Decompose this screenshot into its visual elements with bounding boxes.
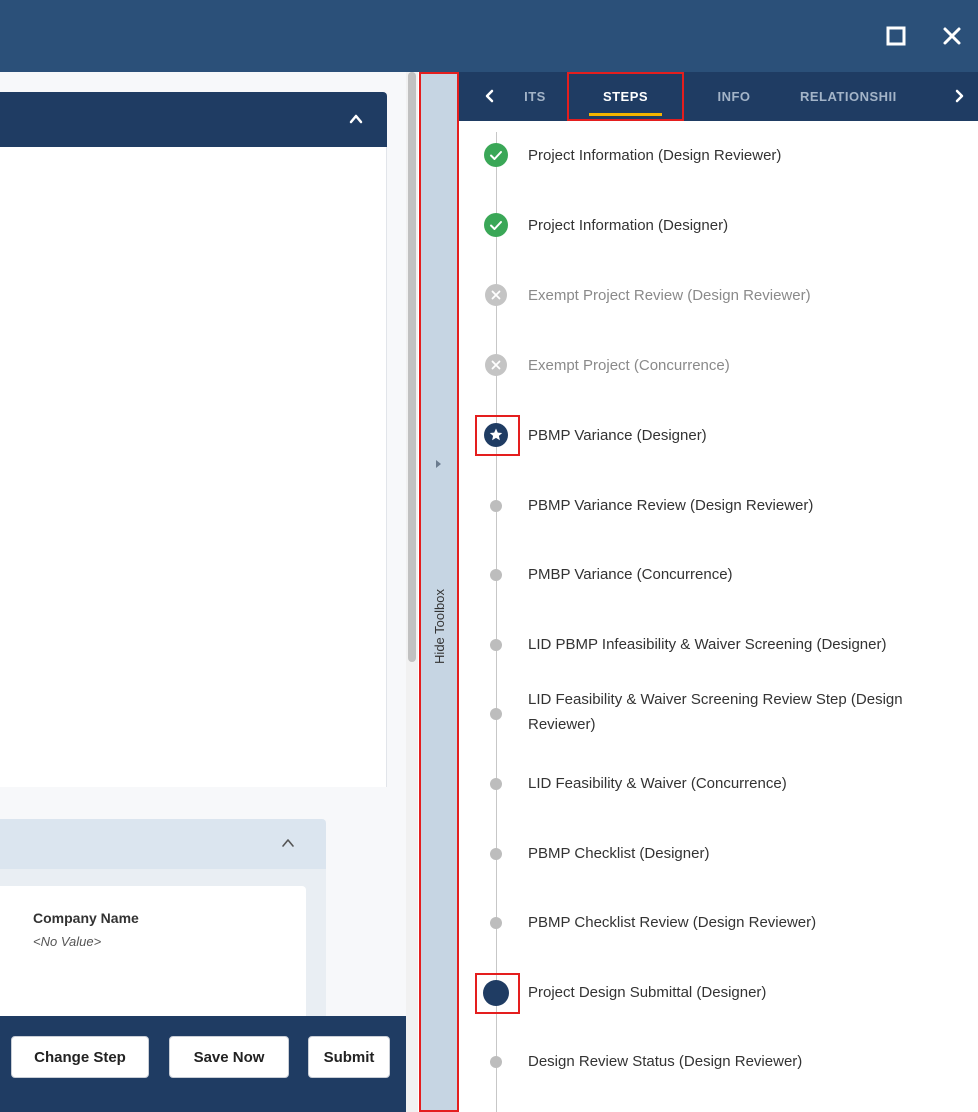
step-label: Project Information (Design Reviewer) xyxy=(528,147,782,164)
maximize-button[interactable] xyxy=(882,22,910,50)
skipped-x-icon xyxy=(482,281,510,309)
caret-right-icon xyxy=(435,456,443,474)
maximize-icon xyxy=(886,26,906,46)
star-icon xyxy=(482,421,510,449)
step-label: LID Feasibility & Waiver Screening Revie… xyxy=(528,691,903,733)
step-label: PBMP Variance Review (Design Reviewer) xyxy=(528,497,814,514)
step-label: Exempt Project Review (Design Reviewer) xyxy=(528,287,811,304)
tab-steps[interactable]: STEPS xyxy=(567,72,684,121)
section-body xyxy=(0,147,387,787)
hide-toolbox-label: Hide Toolbox xyxy=(431,588,447,664)
pending-dot-icon xyxy=(482,770,510,798)
chevron-up-icon[interactable] xyxy=(347,110,365,133)
filled-dot-icon xyxy=(482,979,510,1007)
save-now-button[interactable]: Save Now xyxy=(169,1036,289,1078)
pending-dot-icon xyxy=(482,631,510,659)
step-label: PBMP Variance (Designer) xyxy=(528,427,707,444)
close-icon xyxy=(943,27,961,45)
step-label: Design Review Status (Design Reviewer) xyxy=(528,1053,803,1070)
form-area: Company Name <No Value> Change Step Save… xyxy=(0,72,406,1112)
pending-dot-icon xyxy=(482,700,510,728)
tabs-next-button[interactable] xyxy=(949,86,969,106)
steps-timeline-line xyxy=(496,132,497,1112)
checkmark-icon xyxy=(482,211,510,239)
step-label: PBMP Checklist Review (Design Reviewer) xyxy=(528,914,817,931)
pending-dot-icon xyxy=(482,909,510,937)
tab-info[interactable]: INFO xyxy=(701,72,767,121)
step-label: PBMP Checklist (Designer) xyxy=(528,845,710,862)
skipped-x-icon xyxy=(482,351,510,379)
scrollbar-thumb[interactable] xyxy=(408,72,416,662)
chevron-left-icon xyxy=(485,89,494,103)
pending-dot-icon xyxy=(482,492,510,520)
step-label: LID PBMP Infeasibility & Waiver Screenin… xyxy=(528,636,887,653)
tab-relationships[interactable]: RELATIONSHII xyxy=(800,72,930,121)
pending-dot-icon xyxy=(482,561,510,589)
chevron-right-icon xyxy=(955,89,964,103)
submit-button[interactable]: Submit xyxy=(308,1036,390,1078)
close-button[interactable] xyxy=(938,22,966,50)
steps-panel: ITS STEPS INFO RELATIONSHII Project Info… xyxy=(459,72,978,1112)
window-titlebar xyxy=(0,0,978,72)
step-label: Project Information (Designer) xyxy=(528,217,729,234)
pending-dot-icon xyxy=(482,840,510,868)
action-bar: Change Step Save Now Submit xyxy=(0,1016,406,1112)
subsection-header[interactable] xyxy=(0,819,326,869)
tab-its[interactable]: ITS xyxy=(515,72,555,121)
section-header[interactable] xyxy=(0,92,387,147)
change-step-button[interactable]: Change Step xyxy=(11,1036,149,1078)
panel-tabs: ITS STEPS INFO RELATIONSHII xyxy=(459,72,978,121)
company-name-value: <No Value> xyxy=(33,934,102,949)
hide-toolbox-toggle[interactable]: Hide Toolbox xyxy=(419,72,459,1112)
step-label: Project Design Submittal (Designer) xyxy=(528,984,767,1001)
step-label: LID Feasibility & Waiver (Concurrence) xyxy=(528,775,787,792)
company-name-label: Company Name xyxy=(33,910,139,926)
checkmark-icon xyxy=(482,141,510,169)
step-label: Exempt Project (Concurrence) xyxy=(528,357,730,374)
chevron-up-icon[interactable] xyxy=(280,835,296,856)
tabs-prev-button[interactable] xyxy=(480,86,500,106)
pending-dot-icon xyxy=(482,1048,510,1076)
step-label: PMBP Variance (Concurrence) xyxy=(528,566,733,583)
